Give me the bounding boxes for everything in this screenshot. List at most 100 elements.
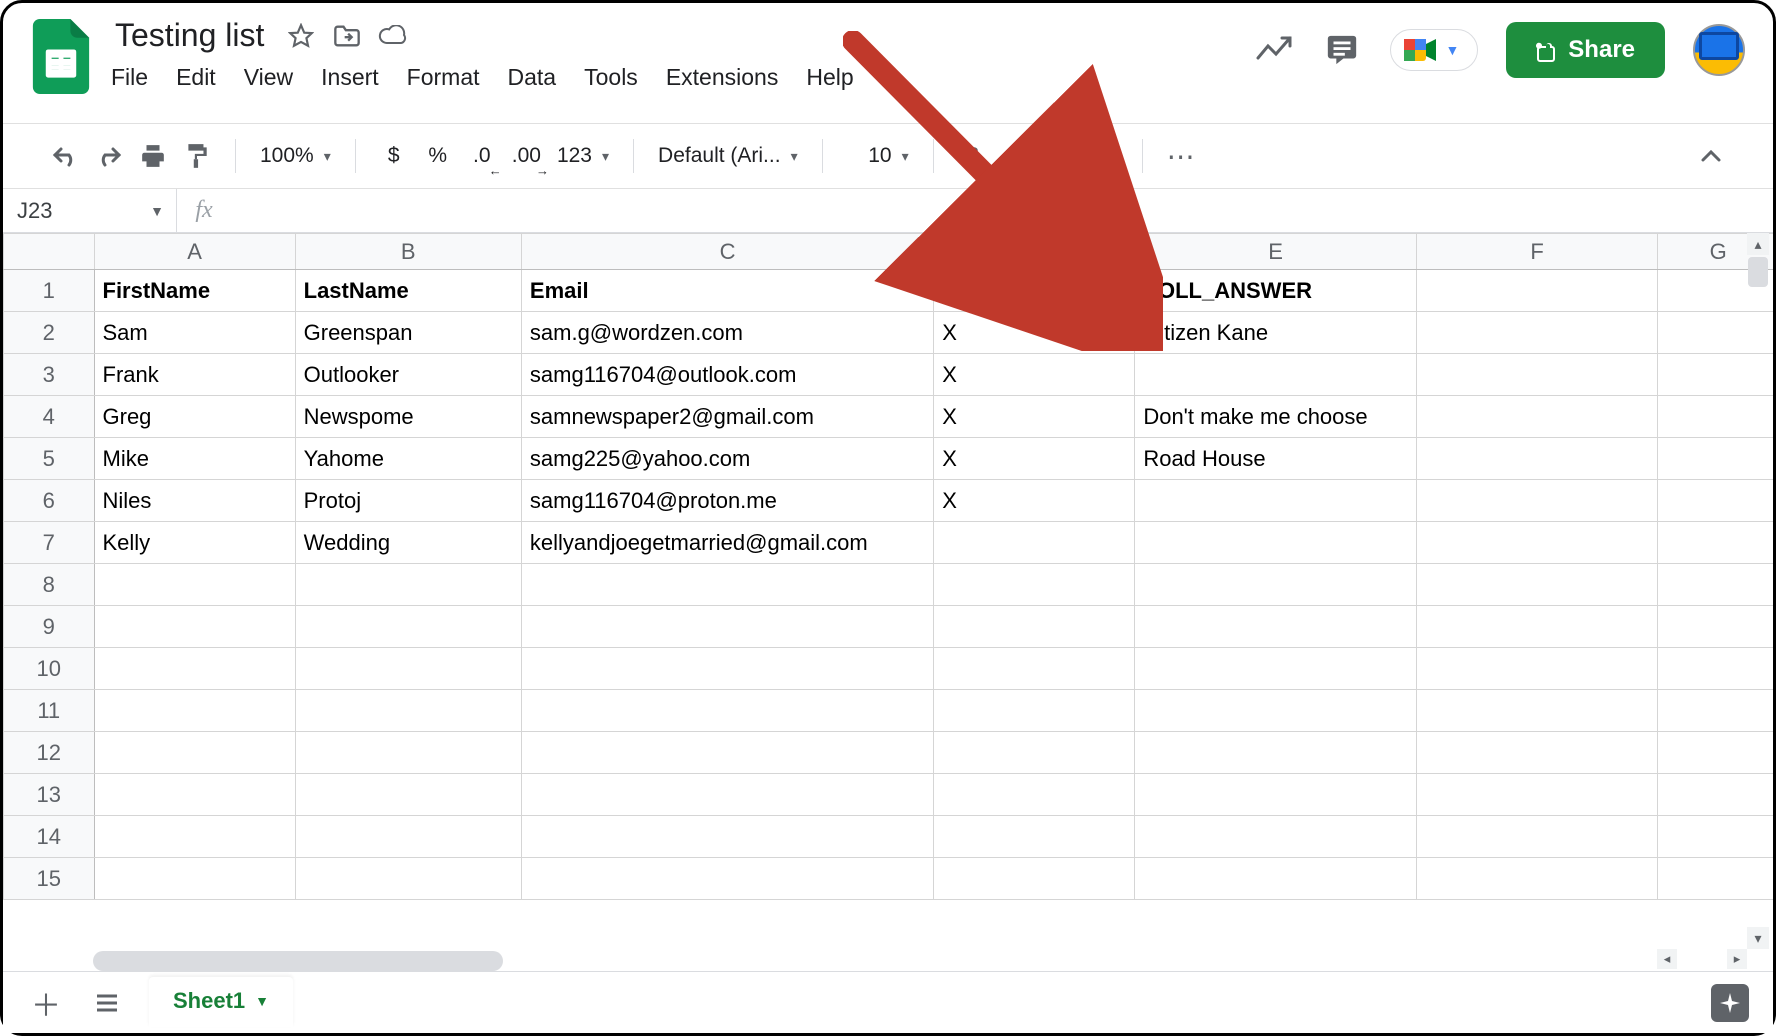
row-header-6[interactable]: 6 <box>4 480 95 522</box>
cell-F1[interactable] <box>1416 270 1657 312</box>
cell-E4[interactable]: Don't make me choose <box>1135 396 1417 438</box>
cell-B5[interactable]: Yahome <box>295 438 521 480</box>
cell-B8[interactable] <box>295 564 521 606</box>
comments-icon[interactable] <box>1322 30 1362 70</box>
undo-button[interactable] <box>47 136 83 176</box>
move-icon[interactable] <box>332 21 362 51</box>
decrease-decimal-button[interactable]: .0← <box>464 136 500 176</box>
menu-help[interactable]: Help <box>806 64 853 91</box>
cell-D5[interactable]: X <box>934 438 1135 480</box>
row-header-1[interactable]: 1 <box>4 270 95 312</box>
cell-A3[interactable]: Frank <box>94 354 295 396</box>
zoom-dropdown[interactable]: 100% <box>256 136 335 176</box>
column-header-A[interactable]: A <box>94 234 295 270</box>
cell-D9[interactable] <box>934 606 1135 648</box>
cell-A12[interactable] <box>94 732 295 774</box>
increase-decimal-button[interactable]: .00→ <box>508 136 545 176</box>
cell-E6[interactable] <box>1135 480 1417 522</box>
font-family-dropdown[interactable]: Default (Ari... <box>654 136 802 176</box>
column-header-C[interactable]: C <box>521 234 933 270</box>
number-format-dropdown[interactable]: 123 <box>553 136 613 176</box>
cell-A4[interactable]: Greg <box>94 396 295 438</box>
menu-tools[interactable]: Tools <box>584 64 638 91</box>
cell-A10[interactable] <box>94 648 295 690</box>
star-icon[interactable] <box>286 21 316 51</box>
cell-D12[interactable] <box>934 732 1135 774</box>
column-header-E[interactable]: E <box>1135 234 1417 270</box>
format-percent-button[interactable]: % <box>420 136 456 176</box>
cell-F11[interactable] <box>1416 690 1657 732</box>
menu-data[interactable]: Data <box>508 64 557 91</box>
cell-D10[interactable] <box>934 648 1135 690</box>
cell-E14[interactable] <box>1135 816 1417 858</box>
cell-C15[interactable] <box>521 858 933 900</box>
cell-F13[interactable] <box>1416 774 1657 816</box>
cell-E3[interactable] <box>1135 354 1417 396</box>
row-header-11[interactable]: 11 <box>4 690 95 732</box>
strikethrough-button[interactable]: S <box>1042 136 1078 176</box>
bold-button[interactable]: B <box>954 136 990 176</box>
row-header-13[interactable]: 13 <box>4 774 95 816</box>
format-currency-button[interactable]: $ <box>376 136 412 176</box>
version-history-icon[interactable] <box>1254 30 1294 70</box>
cell-C6[interactable]: samg116704@proton.me <box>521 480 933 522</box>
cell-A6[interactable]: Niles <box>94 480 295 522</box>
cell-E2[interactable]: Citizen Kane <box>1135 312 1417 354</box>
cell-E11[interactable] <box>1135 690 1417 732</box>
cell-C13[interactable] <box>521 774 933 816</box>
cell-B1[interactable]: LastName <box>295 270 521 312</box>
cell-E5[interactable]: Road House <box>1135 438 1417 480</box>
cell-F10[interactable] <box>1416 648 1657 690</box>
cell-B13[interactable] <box>295 774 521 816</box>
account-avatar[interactable] <box>1693 24 1745 76</box>
cloud-status-icon[interactable] <box>378 21 408 51</box>
row-header-14[interactable]: 14 <box>4 816 95 858</box>
spreadsheet-grid[interactable]: ABCDEFG1FirstNameLastNameEmailOPENEDPOLL… <box>3 233 1773 971</box>
cell-F4[interactable] <box>1416 396 1657 438</box>
cell-C10[interactable] <box>521 648 933 690</box>
paint-format-button[interactable] <box>179 136 215 176</box>
cell-D7[interactable] <box>934 522 1135 564</box>
row-header-15[interactable]: 15 <box>4 858 95 900</box>
cell-B11[interactable] <box>295 690 521 732</box>
cell-F7[interactable] <box>1416 522 1657 564</box>
cell-B14[interactable] <box>295 816 521 858</box>
scroll-left-button[interactable]: ◂ <box>1657 949 1677 969</box>
menu-format[interactable]: Format <box>407 64 480 91</box>
cell-D14[interactable] <box>934 816 1135 858</box>
cell-F14[interactable] <box>1416 816 1657 858</box>
cell-C8[interactable] <box>521 564 933 606</box>
add-sheet-button[interactable]: ＋ <box>27 983 65 1023</box>
cell-D15[interactable] <box>934 858 1135 900</box>
collapse-toolbar-button[interactable] <box>1693 136 1729 176</box>
cell-E12[interactable] <box>1135 732 1417 774</box>
cell-C5[interactable]: samg225@yahoo.com <box>521 438 933 480</box>
horizontal-scrollbar-thumb[interactable] <box>93 951 503 971</box>
all-sheets-button[interactable] <box>89 983 125 1023</box>
cell-A7[interactable]: Kelly <box>94 522 295 564</box>
cell-A11[interactable] <box>94 690 295 732</box>
cell-D4[interactable]: X <box>934 396 1135 438</box>
scroll-down-button[interactable]: ▾ <box>1747 927 1769 949</box>
cell-F12[interactable] <box>1416 732 1657 774</box>
cell-E13[interactable] <box>1135 774 1417 816</box>
cell-D11[interactable] <box>934 690 1135 732</box>
cell-D3[interactable]: X <box>934 354 1135 396</box>
cell-C4[interactable]: samnewspaper2@gmail.com <box>521 396 933 438</box>
cell-E15[interactable] <box>1135 858 1417 900</box>
cell-A14[interactable] <box>94 816 295 858</box>
cell-F2[interactable] <box>1416 312 1657 354</box>
cell-C14[interactable] <box>521 816 933 858</box>
menu-extensions[interactable]: Extensions <box>666 64 779 91</box>
menu-file[interactable]: File <box>111 64 148 91</box>
cell-C3[interactable]: samg116704@outlook.com <box>521 354 933 396</box>
vertical-scrollbar-thumb[interactable] <box>1748 257 1768 287</box>
cell-A15[interactable] <box>94 858 295 900</box>
cell-F9[interactable] <box>1416 606 1657 648</box>
sheets-logo[interactable] <box>31 19 91 94</box>
cell-E10[interactable] <box>1135 648 1417 690</box>
cell-D1[interactable]: OPENED <box>934 270 1135 312</box>
cell-C11[interactable] <box>521 690 933 732</box>
cell-B7[interactable]: Wedding <box>295 522 521 564</box>
cell-B3[interactable]: Outlooker <box>295 354 521 396</box>
